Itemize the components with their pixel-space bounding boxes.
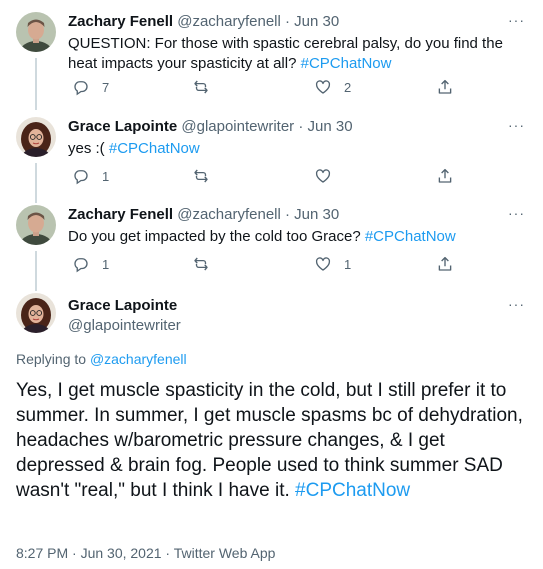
like-icon <box>315 257 331 271</box>
share-icon <box>438 256 452 271</box>
replying-to-label: Replying to <box>16 351 87 367</box>
avatar-grace[interactable] <box>16 117 56 157</box>
tweet-meta: Grace Lapointe @glapointewriter · Jun 30 <box>68 117 353 137</box>
retweet-icon <box>194 169 208 183</box>
thread-line <box>35 251 37 291</box>
thread-line <box>35 163 37 203</box>
retweet-icon <box>194 80 208 94</box>
like-count: 1 <box>344 256 352 272</box>
hashtag-link[interactable]: #CPChatNow <box>109 140 200 157</box>
separator: · <box>285 206 290 223</box>
tweet-text: QUESTION: For those with spastic cerebra… <box>68 34 523 74</box>
main-tweet-text: Yes, I get muscle spasticity in the cold… <box>16 378 531 503</box>
reply-button[interactable]: 7 <box>72 78 109 96</box>
reply-count: 7 <box>102 79 110 95</box>
tweet-actions: 1 1 <box>72 255 472 275</box>
share-icon <box>438 168 452 183</box>
main-tweet-body: Yes, I get muscle spasticity in the cold… <box>16 380 523 501</box>
thread-line <box>35 58 37 110</box>
main-tweet-author: Grace Lapointe @glapointewriter <box>68 296 181 336</box>
more-icon[interactable]: ··· <box>508 117 525 133</box>
like-button[interactable]: 1 <box>314 255 351 273</box>
share-button[interactable] <box>436 78 454 96</box>
more-icon[interactable]: ··· <box>508 205 525 221</box>
tweet-text-body: yes :( <box>68 140 105 157</box>
more-icon[interactable]: ··· <box>508 296 525 312</box>
display-name[interactable]: Zachary Fenell <box>68 13 173 30</box>
more-icon[interactable]: ··· <box>508 12 525 28</box>
avatar-grace[interactable] <box>16 293 56 333</box>
tweet-text: yes :( #CPChatNow <box>68 139 523 159</box>
share-button[interactable] <box>436 167 454 185</box>
user-handle[interactable]: @glapointewriter <box>68 316 181 336</box>
tweet-date[interactable]: Jun 30 <box>294 13 339 30</box>
tweet-text: Do you get impacted by the cold too Grac… <box>68 227 523 247</box>
tweet-meta: Zachary Fenell @zacharyfenell · Jun 30 <box>68 12 339 32</box>
retweet-button[interactable] <box>192 167 222 185</box>
tweet-meta: Zachary Fenell @zacharyfenell · Jun 30 <box>68 205 339 225</box>
retweet-button[interactable] <box>192 255 222 273</box>
hashtag-link[interactable]: #CPChatNow <box>295 480 410 501</box>
tweet-date[interactable]: Jun 30 <box>308 118 353 135</box>
separator: · <box>285 13 290 30</box>
tweet-text-body: Do you get impacted by the cold too Grac… <box>68 228 361 245</box>
share-icon <box>438 79 452 94</box>
user-handle[interactable]: @zacharyfenell <box>177 13 281 30</box>
avatar-zachary[interactable] <box>16 205 56 245</box>
reply-count: 1 <box>102 256 110 272</box>
user-handle[interactable]: @glapointewriter <box>181 118 294 135</box>
like-button[interactable] <box>314 167 344 185</box>
hashtag-link[interactable]: #CPChatNow <box>301 55 392 72</box>
tweet-date[interactable]: Jun 30 <box>294 206 339 223</box>
reply-button[interactable]: 1 <box>72 255 109 273</box>
display-name[interactable]: Grace Lapointe <box>68 296 181 316</box>
user-handle[interactable]: @zacharyfenell <box>177 206 281 223</box>
reply-count: 1 <box>102 168 110 184</box>
tweet-timestamp[interactable]: 8:27 PM · Jun 30, 2021 · Twitter Web App <box>16 545 275 561</box>
like-icon <box>315 80 331 94</box>
replying-to-handle[interactable]: @zacharyfenell <box>90 351 187 367</box>
conversation-thread: Zachary Fenell @zacharyfenell · Jun 30 ·… <box>0 0 543 569</box>
hashtag-link[interactable]: #CPChatNow <box>365 228 456 245</box>
reply-button[interactable]: 1 <box>72 167 109 185</box>
separator: · <box>298 118 304 135</box>
tweet-actions: 7 2 <box>72 78 472 98</box>
tweet-text-body: QUESTION: For those with spastic cerebra… <box>68 35 503 72</box>
replying-to: Replying to @zacharyfenell <box>16 351 187 367</box>
reply-icon <box>74 258 88 273</box>
like-count: 2 <box>344 79 352 95</box>
like-button[interactable]: 2 <box>314 78 351 96</box>
retweet-icon <box>194 257 208 271</box>
avatar-zachary[interactable] <box>16 12 56 52</box>
display-name[interactable]: Zachary Fenell <box>68 206 173 223</box>
share-button[interactable] <box>436 255 454 273</box>
retweet-button[interactable] <box>192 78 222 96</box>
like-icon <box>315 169 331 183</box>
display-name[interactable]: Grace Lapointe <box>68 118 177 135</box>
reply-icon <box>74 170 88 185</box>
reply-icon <box>74 81 88 96</box>
tweet-actions: 1 <box>72 167 472 187</box>
